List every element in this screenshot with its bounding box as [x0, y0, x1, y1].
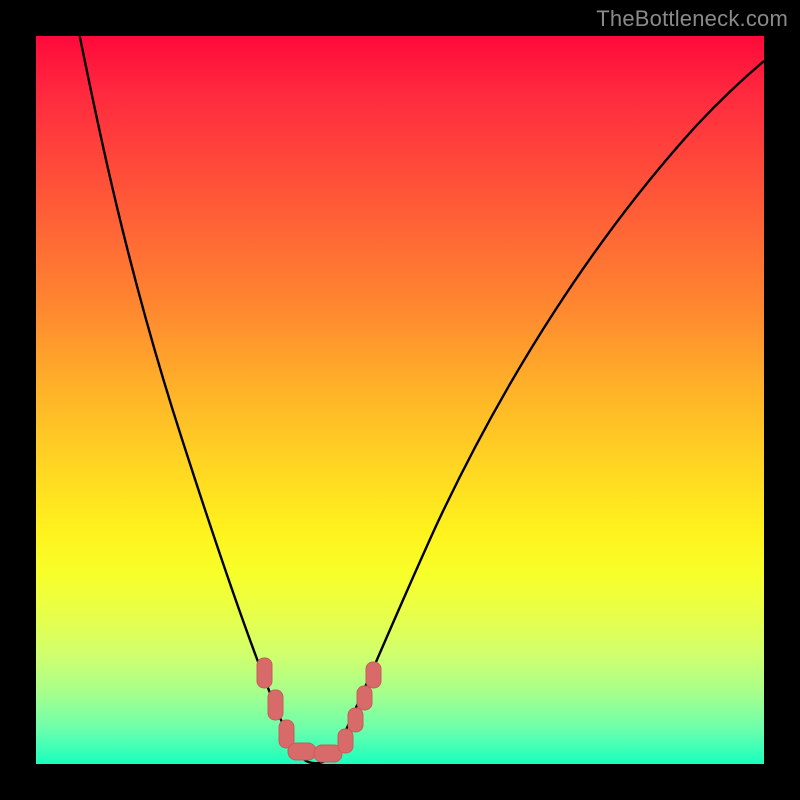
marker-dot [257, 658, 272, 688]
plot-area [36, 36, 764, 764]
marker-dot [357, 686, 372, 710]
watermark-text: TheBottleneck.com [596, 6, 788, 32]
marker-dot [268, 690, 283, 720]
marker-dot [348, 708, 363, 732]
marker-dot [366, 662, 381, 688]
marker-dot [288, 743, 316, 760]
curve-layer [36, 36, 764, 764]
marker-dot [338, 729, 353, 753]
bottleneck-curve [80, 36, 764, 763]
marker-group [257, 658, 381, 762]
chart-frame: TheBottleneck.com [0, 0, 800, 800]
